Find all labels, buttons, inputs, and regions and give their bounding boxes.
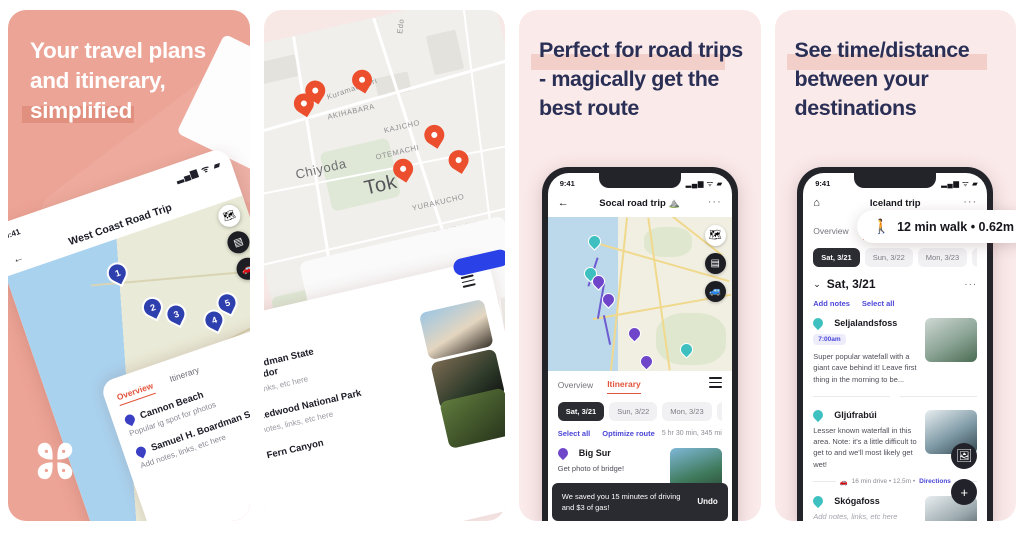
status-time: 9:41 xyxy=(815,179,831,188)
date-chips: Sat, 3/21 Sun, 3/22 Mon, 3/23 Tue, 3/24 … xyxy=(557,402,722,421)
map-pin[interactable] xyxy=(444,146,472,174)
add-notes-link[interactable]: Add notes xyxy=(813,299,850,308)
status-time: 9:41 xyxy=(8,227,22,241)
date-chip[interactable]: Mon, 3/23 xyxy=(662,402,712,421)
screenshot-panel-4[interactable]: See time/distance between your destinati… xyxy=(774,10,1016,521)
tab-overview[interactable]: Overview xyxy=(558,380,593,394)
tab-overview[interactable]: Overview xyxy=(813,226,848,240)
location-pin-icon xyxy=(555,445,570,461)
more-dots-icon[interactable]: ··· xyxy=(964,279,977,290)
sheet-tabs: Overview Itinerary xyxy=(558,377,722,395)
location-pin-icon xyxy=(811,407,826,422)
optimize-route-link[interactable]: Optimize route xyxy=(602,429,655,438)
map-pin[interactable] xyxy=(420,121,448,149)
map-pin-2[interactable]: 2 xyxy=(138,293,167,322)
maps-icon[interactable]: 🗺 xyxy=(215,201,244,230)
phone-mockup-3: 9:41 ▂▄▆ ᯤ ▰ ← Socal road trip ⛰️ ··· 🗺 … xyxy=(541,167,738,521)
layers-icon[interactable]: ▤ xyxy=(224,228,250,257)
list-item-desc: Lesser known waterfall in this area. Not… xyxy=(813,425,917,469)
list-item[interactable]: Skógafoss Add notes, links, etc here xyxy=(811,493,978,521)
tab-itinerary[interactable]: Itinerary xyxy=(607,379,641,394)
hamburger-icon[interactable] xyxy=(460,274,477,294)
date-chip[interactable]: Sat, 3/21 xyxy=(813,248,860,267)
add-photo-icon[interactable]: 🖼 xyxy=(951,443,978,469)
sheet-actions: Add notes Select all xyxy=(813,299,977,308)
date-chip[interactable]: Tue, 3/24 xyxy=(972,248,978,267)
more-dots-icon[interactable]: ··· xyxy=(963,196,977,208)
select-all-link[interactable]: Select all xyxy=(558,429,591,438)
select-all-link[interactable]: Select all xyxy=(862,299,895,308)
date-chip[interactable]: Sun, 3/22 xyxy=(609,402,658,421)
trip-title: Iceland trip xyxy=(869,198,921,209)
more-dots-icon[interactable]: ··· xyxy=(708,196,722,208)
list-item-name: Skógafoss xyxy=(834,495,880,506)
status-time: 9:41 xyxy=(559,179,575,188)
map-view[interactable]: 🗺 ▤ 🚙 xyxy=(547,217,732,371)
date-chips: Sat, 3/21 Sun, 3/22 Mon, 3/23 Tue, 3/24 … xyxy=(813,248,978,267)
route-stat: 5 hr 30 min, 345 mi xyxy=(661,430,722,437)
car-icon[interactable]: 🚙 xyxy=(704,281,726,302)
app-logo xyxy=(37,442,73,480)
drive-info-text: 16 min drive • 12.5m • xyxy=(851,478,916,486)
list-item-thumbnail xyxy=(925,318,978,362)
map-label: YURAKUCHO xyxy=(410,191,465,213)
chevron-down-icon[interactable]: ⌄ xyxy=(813,279,821,290)
walk-distance-text: 12 min walk • 0.62m xyxy=(897,219,1014,234)
phone-notch xyxy=(854,173,937,188)
list-item-desc: Add notes, links, etc here xyxy=(813,511,898,521)
status-icons: ▂▄▆ ᯤ ▰ xyxy=(174,159,223,184)
list-item[interactable]: Seljalandsfoss 7:00am Super popular wate… xyxy=(811,315,978,385)
list-item-desc: Super popular watefall with a giant cave… xyxy=(813,352,917,384)
hamburger-icon[interactable] xyxy=(708,377,722,395)
car-icon: 🚗 xyxy=(839,478,848,486)
panel-4-headline: See time/distance between your destinati… xyxy=(794,38,970,121)
directions-link[interactable]: Directions xyxy=(919,478,951,485)
status-icons: ▂▄▆ ᯤ ▰ xyxy=(685,179,723,188)
walking-icon: 🚶 xyxy=(872,218,891,234)
toast-notification: We saved you 15 minutes of driving and $… xyxy=(551,482,728,521)
location-pin-icon xyxy=(134,445,148,459)
list-item-name: Gljúfrabúi xyxy=(834,409,877,420)
status-icons: ▂▄▆ ᯤ ▰ xyxy=(941,179,979,188)
location-pin-icon xyxy=(123,413,137,427)
app-store-screenshot-gallery: Your travel plans and itinerary, simplif… xyxy=(0,0,1024,533)
map-pin-3[interactable]: 3 xyxy=(161,300,190,329)
screenshot-panel-3[interactable]: Perfect for road trips - magically get t… xyxy=(519,10,761,521)
toast-message: We saved you 15 minutes of driving and $… xyxy=(561,491,681,512)
day-header[interactable]: ⌄ Sat, 3/21 ··· xyxy=(813,277,977,291)
layers-icon[interactable]: ▤ xyxy=(704,253,726,274)
sheet-actions: Select all Optimize route 5 hr 30 min, 3… xyxy=(558,429,722,438)
list-item-name: Big Sur xyxy=(578,448,611,458)
map-label: Edo xyxy=(394,18,406,35)
screenshot-panel-1[interactable]: Your travel plans and itinerary, simplif… xyxy=(8,10,250,521)
screenshot-panel-2[interactable]: Kuramae-dori AKIHABARA KAJICHO Chiyoda O… xyxy=(263,10,505,521)
location-pin-icon xyxy=(811,315,826,331)
walk-distance-callout: 🚶 12 min walk • 0.62m xyxy=(856,210,1016,243)
panel-1-headline: Your travel plans and itinerary, simplif… xyxy=(30,38,206,124)
walk-info-divider xyxy=(813,393,978,400)
car-icon[interactable]: 🚗 xyxy=(233,254,250,283)
nav-bar: ← Socal road trip ⛰️ ··· xyxy=(548,195,732,217)
list-item-desc: Get photo of bridge! xyxy=(557,464,625,473)
day-header-date: Sat, 3/21 xyxy=(826,277,876,291)
tab-overview[interactable]: Overview xyxy=(115,380,156,406)
date-chip[interactable]: Tue, 3/24 xyxy=(716,402,722,421)
phone-notch xyxy=(598,173,681,188)
add-icon[interactable]: + xyxy=(951,479,978,505)
date-chip[interactable]: Mon, 3/23 xyxy=(917,248,968,267)
panel-3-headline: Perfect for road trips - magically get t… xyxy=(539,38,743,121)
time-badge: 7:00am xyxy=(813,334,846,345)
location-pin-icon xyxy=(811,493,826,508)
trip-title: Socal road trip ⛰️ xyxy=(599,198,681,209)
date-chip[interactable]: Sat, 3/21 xyxy=(557,402,605,421)
tab-itinerary[interactable]: Itinerary xyxy=(168,365,202,388)
list-item-name: Seljalandsfoss xyxy=(834,318,898,328)
itinerary-sheet: Overview Itinerary Explore Sat, 3/21 Sun… xyxy=(803,217,988,521)
list-item[interactable]: Big Sur Get photo of bridge! xyxy=(555,445,722,492)
date-chip[interactable]: Sun, 3/22 xyxy=(864,248,913,267)
undo-button[interactable]: Undo xyxy=(697,497,717,506)
map-label: KAJICHO xyxy=(382,117,421,135)
maps-icon[interactable]: 🗺 xyxy=(704,225,726,246)
